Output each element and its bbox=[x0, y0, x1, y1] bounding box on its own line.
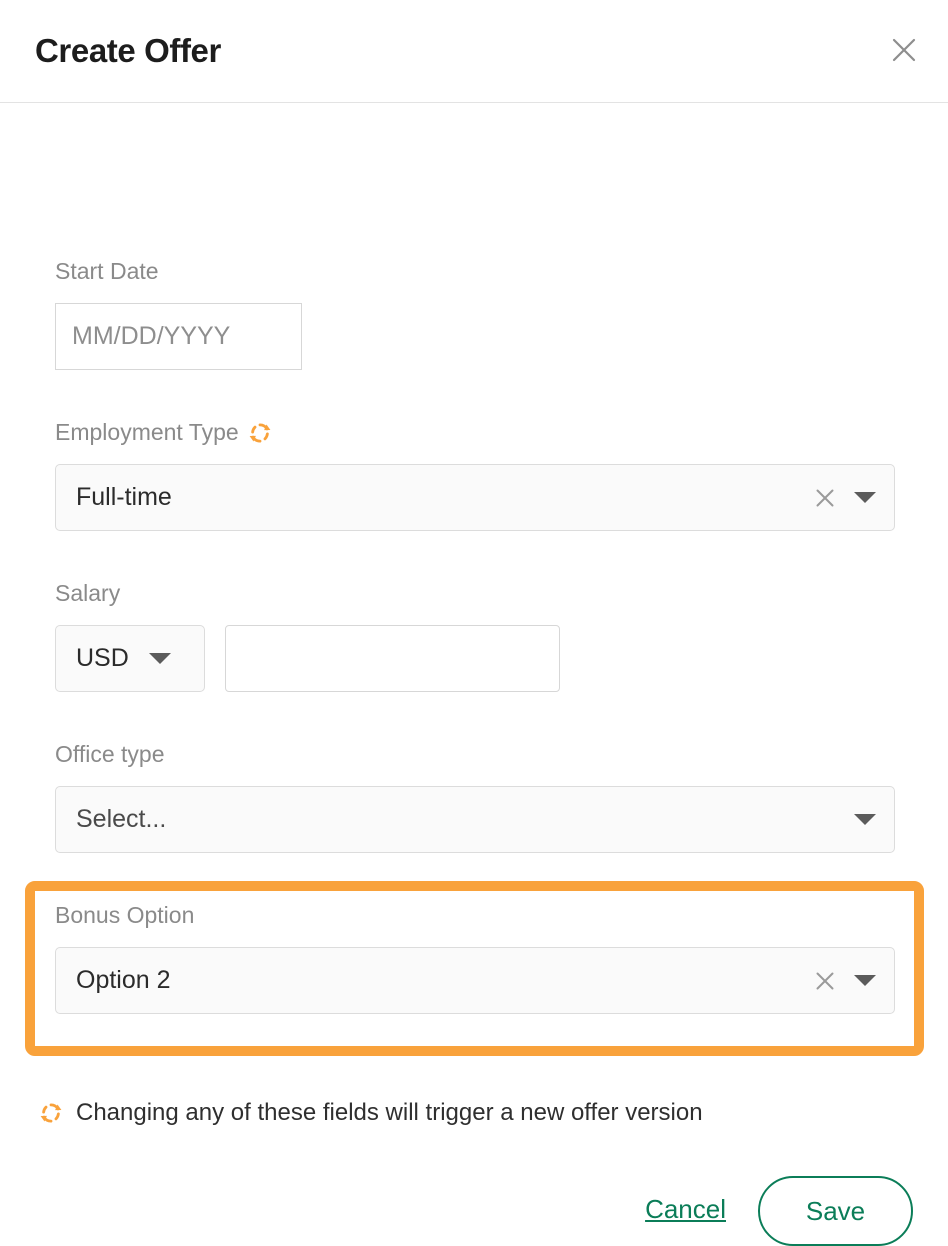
salary-label: Salary bbox=[55, 580, 120, 608]
caret-triangle bbox=[854, 492, 876, 503]
employment-type-value: Full-time bbox=[76, 483, 172, 511]
clear-icon[interactable] bbox=[810, 966, 840, 996]
chevron-down-icon[interactable] bbox=[852, 807, 878, 833]
salary-currency-value: USD bbox=[76, 644, 129, 672]
salary-currency-select[interactable]: USD bbox=[55, 625, 205, 692]
office-type-label: Office type bbox=[55, 741, 165, 769]
start-date-label: Start Date bbox=[55, 258, 159, 286]
clear-icon[interactable] bbox=[810, 483, 840, 513]
employment-type-label-text: Employment Type bbox=[55, 419, 239, 445]
caret-triangle bbox=[854, 814, 876, 825]
modal-actions: Cancel Save bbox=[645, 1176, 913, 1246]
chevron-down-icon[interactable] bbox=[147, 646, 173, 672]
caret-triangle bbox=[854, 975, 876, 986]
sync-icon bbox=[38, 1100, 64, 1126]
employment-type-label: Employment Type bbox=[55, 419, 273, 447]
chevron-down-icon[interactable] bbox=[852, 485, 878, 511]
chevron-down-icon[interactable] bbox=[852, 968, 878, 994]
start-date-input[interactable]: MM/DD/YYYY bbox=[55, 303, 302, 370]
bonus-option-label: Bonus Option bbox=[55, 902, 194, 930]
page-title: Create Offer bbox=[35, 32, 221, 69]
caret-triangle bbox=[148, 653, 171, 664]
create-offer-modal: Create Offer Start Date MM/DD/YYYY Emplo… bbox=[0, 0, 948, 1246]
start-date-label-text: Start Date bbox=[55, 258, 159, 284]
close-icon[interactable] bbox=[884, 30, 924, 70]
salary-label-text: Salary bbox=[55, 580, 121, 606]
office-type-select[interactable]: Select... bbox=[55, 786, 895, 853]
start-date-placeholder: MM/DD/YYYY bbox=[72, 322, 231, 350]
employment-type-select[interactable]: Full-time bbox=[55, 464, 895, 531]
save-button[interactable]: Save bbox=[758, 1176, 913, 1246]
salary-amount-input[interactable] bbox=[225, 625, 560, 692]
version-footnote-text: Changing any of these fields will trigge… bbox=[76, 1099, 703, 1126]
bonus-option-select[interactable]: Option 2 bbox=[55, 947, 895, 1014]
office-type-label-text: Office type bbox=[55, 741, 165, 767]
cancel-button[interactable]: Cancel bbox=[645, 1194, 726, 1227]
version-footnote: Changing any of these fields will trigge… bbox=[38, 1099, 703, 1128]
bonus-option-label-text: Bonus Option bbox=[55, 902, 195, 928]
office-type-value: Select... bbox=[76, 805, 167, 833]
sync-icon bbox=[247, 420, 273, 446]
modal-header: Create Offer bbox=[0, 0, 948, 103]
bonus-option-value: Option 2 bbox=[76, 966, 171, 994]
